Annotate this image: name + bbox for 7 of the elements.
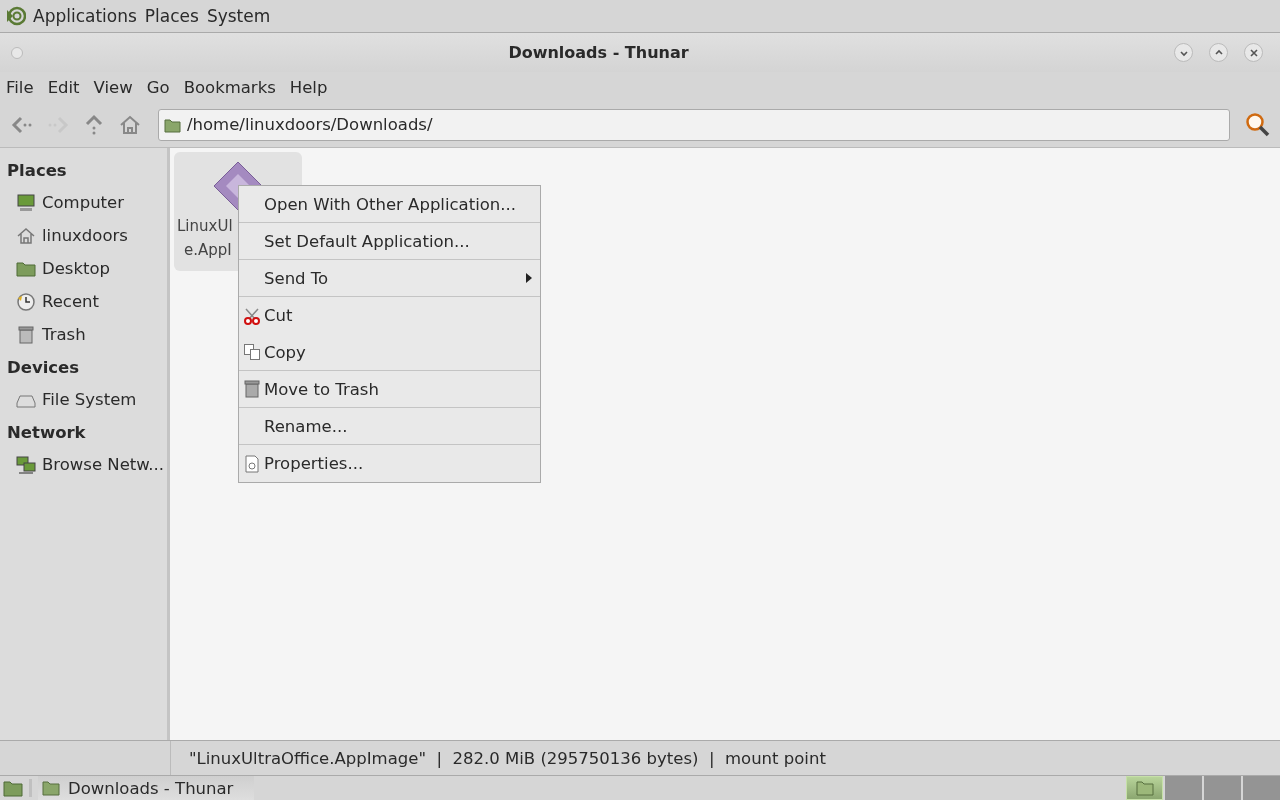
- package-name: LinuxUl: [177, 216, 233, 237]
- sidebar-heading: Devices: [6, 356, 81, 379]
- sidebar-heading: Network: [6, 421, 87, 444]
- window-title: Downloads - Thunar: [507, 43, 690, 62]
- package-name: e.AppI: [183, 240, 232, 261]
- sidebar-heading: Places: [6, 159, 68, 182]
- status-bar-text: "LinuxUltraOffice.AppImage" | 282.0 MiB (295750136 bytes) | mount point: [188, 747, 826, 770]
